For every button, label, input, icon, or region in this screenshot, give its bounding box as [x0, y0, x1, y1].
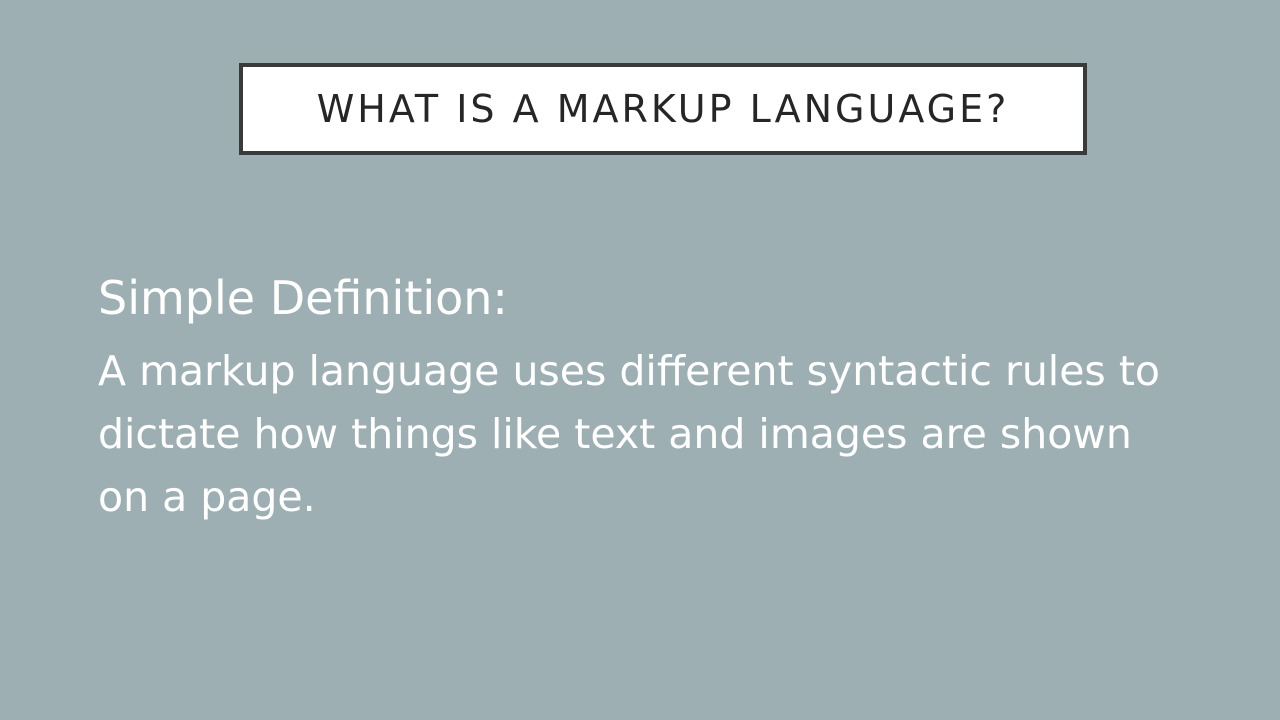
slide: WHAT IS A MARKUP LANGUAGE? Simple Defini… — [0, 0, 1280, 720]
slide-content: Simple Definition: A markup language use… — [98, 268, 1198, 529]
definition-text: A markup language uses different syntact… — [98, 347, 1160, 521]
slide-title: WHAT IS A MARKUP LANGUAGE? — [316, 87, 1010, 131]
definition-heading: Simple Definition: — [98, 271, 508, 325]
title-box: WHAT IS A MARKUP LANGUAGE? — [239, 63, 1087, 155]
